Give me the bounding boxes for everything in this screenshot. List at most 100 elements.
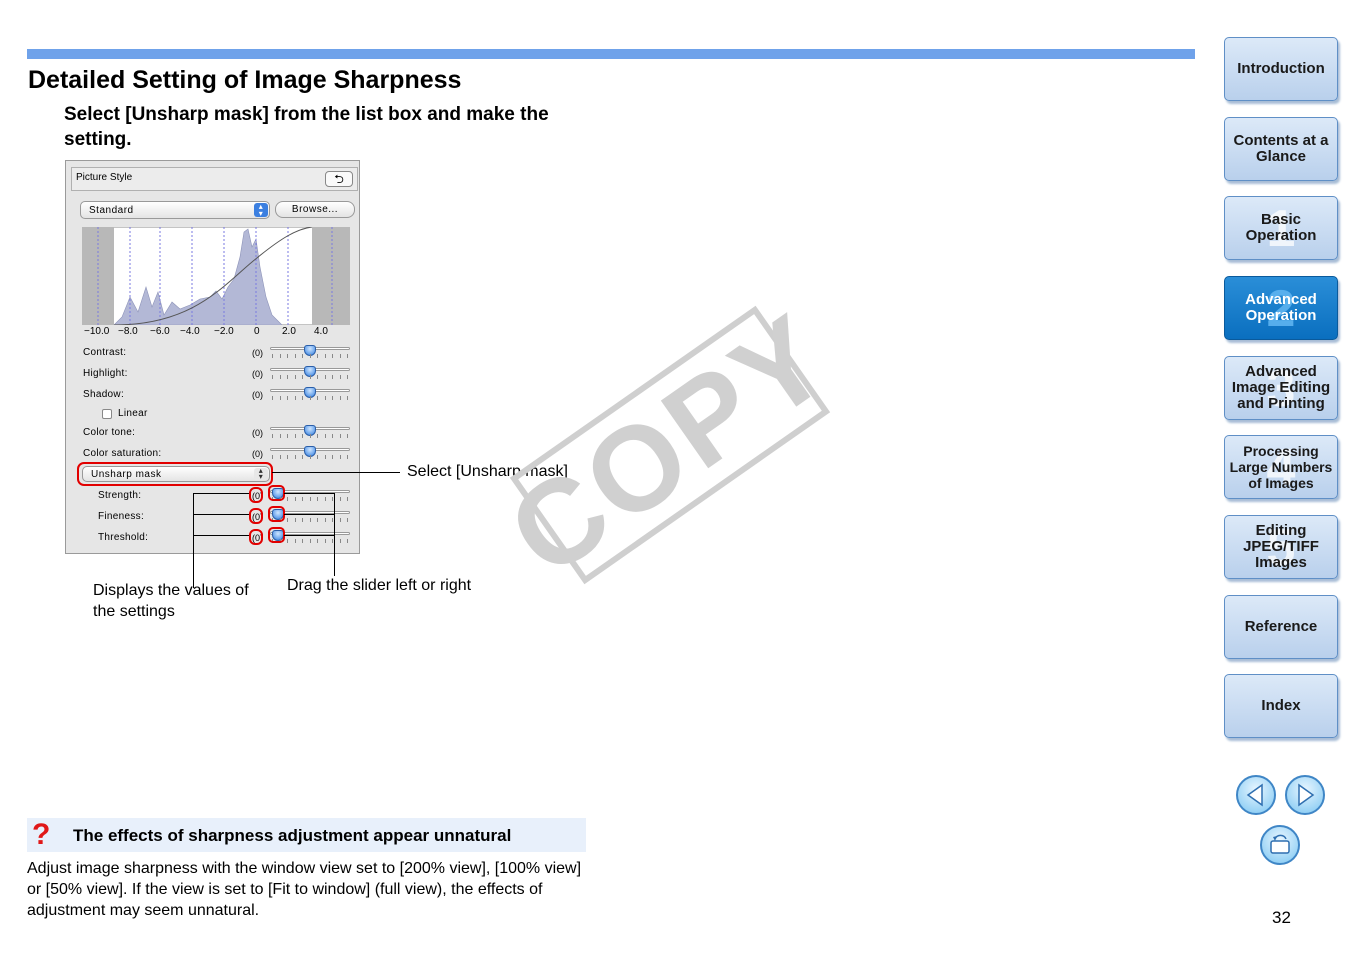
slider-tick xyxy=(317,354,318,358)
callout-line xyxy=(284,514,334,515)
picture-style-label: Picture Style xyxy=(76,172,133,183)
tone-curve-histogram[interactable] xyxy=(82,227,350,325)
slider-tick xyxy=(309,375,311,379)
slider-tick xyxy=(272,354,273,358)
nav-reference[interactable]: Reference xyxy=(1224,595,1338,659)
slider-tick xyxy=(317,455,318,459)
nav-processing-large-numbers[interactable]: 4 Processing Large Numbers of Images xyxy=(1224,435,1338,499)
browse-button[interactable]: Browse... xyxy=(275,201,355,218)
nav-label: Reference xyxy=(1244,618,1318,635)
slider-tick xyxy=(294,518,296,522)
color-tone-slider[interactable] xyxy=(270,425,350,439)
slider-tick xyxy=(302,455,303,459)
picture-style-header: Picture Style ⮌ xyxy=(71,167,358,191)
slider-tick xyxy=(302,354,303,358)
picture-style-panel: Picture Style ⮌ Standard ▴ ▾ Browse... −1… xyxy=(65,160,360,554)
nav-advanced-operation[interactable]: 2 Advanced Operation xyxy=(1224,276,1338,340)
nav-index[interactable]: Index xyxy=(1224,674,1338,738)
slider-tick xyxy=(302,434,303,438)
nav-advanced-image-editing[interactable]: 3 Advanced Image Editing and Printing xyxy=(1224,356,1338,420)
watermark-text: COPY xyxy=(485,287,855,602)
highlight-slider-marker xyxy=(268,527,285,543)
slider-tick xyxy=(332,396,333,400)
callout-line xyxy=(193,493,249,494)
slider-tick xyxy=(317,539,318,543)
slider-tick xyxy=(347,375,348,379)
callout-line xyxy=(284,535,334,536)
slider-tick xyxy=(332,497,333,501)
slider-tick xyxy=(279,375,281,379)
slider-tick xyxy=(302,539,303,543)
slider-tick xyxy=(317,375,318,379)
copy-watermark: COPY xyxy=(486,288,855,602)
slider-tick xyxy=(279,455,281,459)
highlight-slider-marker xyxy=(268,506,285,522)
contrast-label: Contrast: xyxy=(83,347,127,358)
contrast-value: (0) xyxy=(252,348,263,358)
highlight-value-marker xyxy=(249,529,263,545)
nav-contents-at-a-glance[interactable]: Contents at a Glance xyxy=(1224,117,1338,181)
slider-tick xyxy=(287,396,288,400)
threshold-label: Threshold: xyxy=(98,532,149,543)
next-page-button[interactable] xyxy=(1285,775,1325,815)
highlight-label: Highlight: xyxy=(83,368,128,379)
slider-tick xyxy=(347,497,348,501)
nav-label: Index xyxy=(1261,697,1301,714)
highlight-value-marker xyxy=(249,487,263,503)
histogram-axis: −10.0 −8.0 −6.0 −4.0 −2.0 0 2.0 4.0 xyxy=(80,326,354,338)
slider-tick xyxy=(347,518,348,522)
slider-tick xyxy=(309,434,311,438)
slider-tick xyxy=(279,354,281,358)
callout-line xyxy=(193,493,194,588)
callout-line xyxy=(272,472,400,473)
slider-tick xyxy=(302,375,303,379)
slider-tick xyxy=(302,396,303,400)
color-saturation-slider[interactable] xyxy=(270,446,350,460)
slider-tick xyxy=(279,434,281,438)
slider-tick xyxy=(324,539,326,543)
nav-label: Introduction xyxy=(1237,60,1325,77)
highlight-value: (0) xyxy=(252,369,263,379)
axis-tick: −6.0 xyxy=(150,326,170,337)
reset-button[interactable]: ⮌ xyxy=(325,171,353,187)
note-title: The effects of sharpness adjustment appe… xyxy=(73,826,512,845)
callout-drag: Drag the slider left or right xyxy=(287,577,472,594)
slider-tick xyxy=(287,434,288,438)
slider-tick xyxy=(317,396,318,400)
previous-page-button[interactable] xyxy=(1236,775,1276,815)
slider-tick xyxy=(302,497,303,501)
slider-tick xyxy=(272,455,273,459)
nav-introduction[interactable]: Introduction xyxy=(1224,37,1338,101)
callout-line xyxy=(284,493,334,494)
slider-tick xyxy=(279,396,281,400)
slider-tick xyxy=(272,434,273,438)
contrast-slider[interactable] xyxy=(270,345,350,359)
shadow-slider[interactable] xyxy=(270,387,350,401)
picture-style-select[interactable]: Standard ▴ ▾ xyxy=(80,201,270,219)
slider-tick xyxy=(294,375,296,379)
slider-tick xyxy=(347,539,348,543)
slider-tick xyxy=(347,434,348,438)
slider-tick xyxy=(302,518,303,522)
return-button[interactable] xyxy=(1260,825,1300,865)
shadow-label: Shadow: xyxy=(83,389,125,400)
return-icon xyxy=(1270,834,1290,854)
slider-tick xyxy=(332,455,333,459)
question-icon: ? xyxy=(32,818,51,851)
slider-tick xyxy=(347,354,348,358)
page-number: 32 xyxy=(1272,908,1291,927)
highlight-slider-marker xyxy=(268,485,285,501)
linear-checkbox[interactable] xyxy=(102,409,112,419)
axis-tick: −4.0 xyxy=(180,326,200,337)
fineness-label: Fineness: xyxy=(98,511,145,522)
nav-basic-operation[interactable]: 1 Basic Operation xyxy=(1224,196,1338,260)
nav-label: Editing JPEG/TIFF Images xyxy=(1243,522,1319,571)
callout-line xyxy=(193,514,249,515)
note-text: Adjust image sharpness with the window v… xyxy=(27,860,582,919)
nav-editing-jpeg-tiff[interactable]: 5 Editing JPEG/TIFF Images xyxy=(1224,515,1338,579)
slider-tick xyxy=(332,539,333,543)
slider-tick xyxy=(309,455,311,459)
slider-tick xyxy=(317,518,318,522)
highlight-slider[interactable] xyxy=(270,366,350,380)
slider-tick xyxy=(287,354,288,358)
